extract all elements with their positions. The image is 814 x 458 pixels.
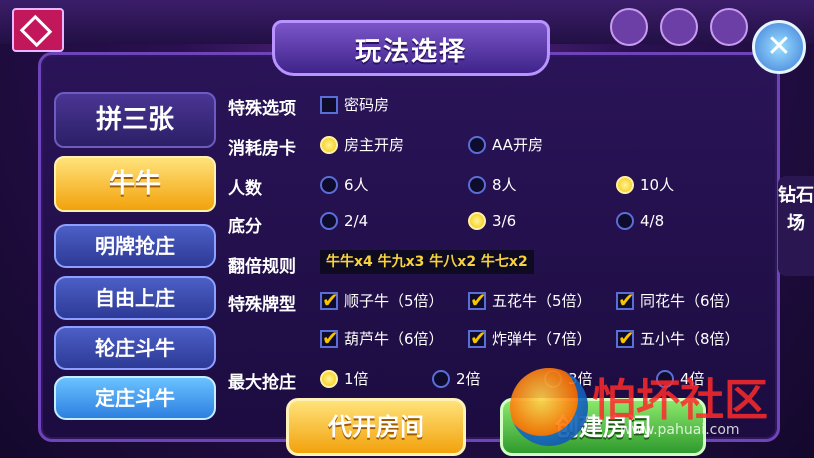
option-label: 五花牛（5倍） bbox=[492, 292, 592, 310]
special-hands-label: 特殊牌型 bbox=[228, 295, 296, 315]
option-label: 3倍 bbox=[568, 370, 593, 388]
radio-button[interactable] bbox=[468, 135, 486, 154]
radio-button[interactable] bbox=[468, 212, 486, 230]
sidebar-item-niuniu[interactable]: 牛牛 bbox=[54, 156, 216, 212]
special-hand-flush[interactable]: 同花牛（6倍） bbox=[616, 288, 740, 312]
option-label: AA开房 bbox=[492, 136, 543, 154]
max-bid-option-4[interactable]: 4倍 bbox=[656, 368, 705, 389]
max-bid-option-1[interactable]: 1倍 bbox=[320, 368, 369, 389]
sidebar-item-ziyou[interactable]: 自由上庄 bbox=[54, 276, 216, 320]
avatar[interactable] bbox=[12, 8, 64, 52]
players-label: 人数 bbox=[228, 179, 262, 199]
players-option-6[interactable]: 6人 bbox=[320, 174, 369, 195]
sidebar-item-lunzhuang[interactable]: 轮庄斗牛 bbox=[54, 326, 216, 370]
option-label: 4倍 bbox=[680, 370, 705, 388]
checkbox-box[interactable] bbox=[320, 326, 339, 350]
title-tab: 玩法选择 bbox=[272, 20, 550, 76]
option-label: 3/6 bbox=[492, 212, 517, 230]
diamond-icon bbox=[19, 14, 53, 48]
players-option-8[interactable]: 8人 bbox=[468, 174, 517, 195]
radio-button[interactable] bbox=[468, 175, 486, 194]
radio-button[interactable] bbox=[616, 212, 634, 230]
checkbox-box[interactable] bbox=[616, 326, 635, 350]
checkbox-box[interactable] bbox=[616, 288, 635, 312]
base-score-option-3-6[interactable]: 3/6 bbox=[468, 212, 516, 230]
option-label: 葫芦牛（6倍） bbox=[344, 330, 444, 348]
max-bid-label: 最大抢庄 bbox=[228, 373, 296, 393]
option-label: 6人 bbox=[344, 176, 369, 194]
menu-icon[interactable] bbox=[610, 8, 648, 46]
max-bid-option-2[interactable]: 2倍 bbox=[432, 368, 481, 389]
option-label: 8人 bbox=[492, 176, 517, 194]
special-options-label: 特殊选项 bbox=[228, 99, 296, 119]
special-hand-bomb[interactable]: 炸弹牛（7倍） bbox=[468, 326, 592, 350]
room-card-option-host[interactable]: 房主开房 bbox=[320, 134, 404, 155]
special-hand-full-house[interactable]: 葫芦牛（6倍） bbox=[320, 326, 444, 350]
radio-button[interactable] bbox=[320, 135, 338, 154]
checkbox-box[interactable] bbox=[320, 288, 339, 312]
create-room-button[interactable]: 创建房间 bbox=[500, 398, 706, 456]
room-card-label: 消耗房卡 bbox=[228, 139, 296, 159]
option-label: 1倍 bbox=[344, 370, 369, 388]
checkbox-box[interactable] bbox=[468, 326, 487, 350]
option-label: 2倍 bbox=[456, 370, 481, 388]
base-score-label: 底分 bbox=[228, 217, 262, 237]
sidebar-item-pinsanzhang[interactable]: 拼三张 bbox=[54, 92, 216, 148]
radio-button[interactable] bbox=[616, 175, 634, 194]
option-label: 房主开房 bbox=[344, 136, 405, 154]
radio-button[interactable] bbox=[432, 369, 450, 388]
sidebar-item-mingpai[interactable]: 明牌抢庄 bbox=[54, 224, 216, 268]
option-label: 顺子牛（5倍） bbox=[344, 292, 444, 310]
base-score-option-2-4[interactable]: 2/4 bbox=[320, 212, 368, 230]
checkbox-box[interactable] bbox=[468, 288, 487, 312]
option-label: 五小牛（8倍） bbox=[640, 330, 740, 348]
max-bid-option-3[interactable]: 3倍 bbox=[544, 368, 593, 389]
radio-button[interactable] bbox=[656, 369, 674, 388]
room-card-option-aa[interactable]: AA开房 bbox=[468, 134, 543, 155]
password-room-label: 密码房 bbox=[344, 96, 390, 114]
option-label: 同花牛（6倍） bbox=[640, 292, 740, 310]
multiplier-rule-value: 牛牛x4 牛九x3 牛八x2 牛七x2 bbox=[320, 250, 534, 274]
dialog-title: 玩法选择 bbox=[354, 37, 467, 67]
radio-button[interactable] bbox=[544, 369, 562, 388]
option-label: 2/4 bbox=[344, 212, 369, 230]
radio-button[interactable] bbox=[320, 175, 338, 194]
password-room-checkbox[interactable]: 密码房 bbox=[320, 94, 389, 115]
headset-icon[interactable] bbox=[710, 8, 748, 46]
sidebar-item-dingzhuang[interactable]: 定庄斗牛 bbox=[54, 376, 216, 420]
proxy-open-room-button[interactable]: 代开房间 bbox=[286, 398, 466, 456]
trophy-icon[interactable] bbox=[660, 8, 698, 46]
multiplier-rule-label: 翻倍规则 bbox=[228, 257, 296, 277]
players-option-10[interactable]: 10人 bbox=[616, 174, 674, 195]
option-label: 10人 bbox=[640, 176, 675, 194]
radio-button[interactable] bbox=[320, 369, 338, 388]
radio-button[interactable] bbox=[320, 212, 338, 230]
special-hand-five-small[interactable]: 五小牛（8倍） bbox=[616, 326, 740, 350]
tab-diamond-room[interactable]: 钻石场 bbox=[778, 176, 814, 276]
close-icon[interactable]: ✕ bbox=[752, 20, 806, 74]
special-hand-five-flower[interactable]: 五花牛（5倍） bbox=[468, 288, 592, 312]
option-label: 4/8 bbox=[640, 212, 665, 230]
base-score-option-4-8[interactable]: 4/8 bbox=[616, 212, 664, 230]
checkbox-box[interactable] bbox=[320, 95, 338, 114]
special-hand-straight[interactable]: 顺子牛（5倍） bbox=[320, 288, 444, 312]
option-label: 炸弹牛（7倍） bbox=[492, 330, 592, 348]
